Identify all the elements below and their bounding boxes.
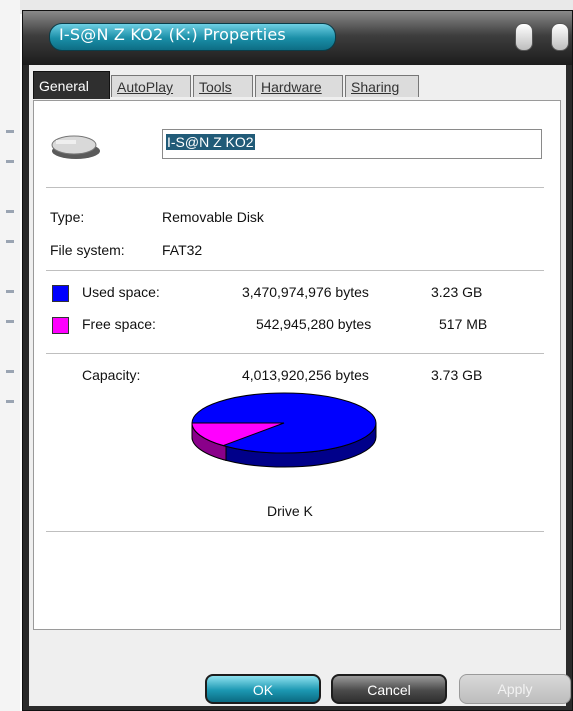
type-value: Removable Disk (162, 209, 264, 225)
apply-button[interactable]: Apply (459, 674, 571, 704)
removable-drive-icon (51, 135, 100, 159)
tab-sharing[interactable]: Sharing (345, 75, 419, 97)
file-system-label: File system: (50, 242, 125, 258)
free-space-size: 517 MB (439, 316, 488, 332)
title-bar[interactable]: I-S@N Z KO2 (K:) Properties (23, 11, 572, 65)
used-space-swatch (52, 285, 69, 302)
tab-general[interactable]: General (33, 71, 110, 99)
background-mark (6, 210, 14, 213)
capacity-bytes: 4,013,920,256 bytes (242, 367, 369, 383)
tab-label: Tools (199, 79, 232, 95)
drive-name-input[interactable]: I-S@N Z KO2 (162, 129, 542, 159)
tab-autoplay[interactable]: AutoPlay (111, 75, 191, 97)
help-button[interactable] (515, 23, 533, 51)
type-label: Type: (50, 209, 85, 225)
used-space-label: Used space: (82, 284, 160, 300)
tab-label: Hardware (261, 79, 322, 95)
used-space-size: 3.23 GB (431, 284, 483, 300)
free-space-bytes: 542,945,280 bytes (256, 316, 372, 332)
dialog-body: General AutoPlay Tools Hardware Sharing (29, 65, 571, 706)
background-mark (6, 160, 14, 163)
drive-caption: Drive K (267, 503, 313, 519)
tab-hardware[interactable]: Hardware (255, 75, 343, 97)
drive-name-value: I-S@N Z KO2 (166, 134, 255, 150)
background-mark (6, 370, 14, 373)
capacity-label: Capacity: (82, 367, 141, 383)
tab-label: General (39, 78, 89, 94)
background-mark (6, 240, 14, 243)
disk-usage-pie-chart (191, 392, 377, 468)
divider (46, 353, 544, 354)
used-space-bytes: 3,470,974,976 bytes (242, 284, 369, 300)
background-mark (6, 130, 14, 133)
tab-label: AutoPlay (117, 79, 174, 95)
free-space-label: Free space: (82, 316, 156, 332)
divider (46, 187, 544, 188)
general-tab-panel: I-S@N Z KO2 Type: Removable Disk File sy… (33, 100, 561, 630)
file-system-value: FAT32 (162, 242, 203, 258)
divider (46, 531, 544, 532)
background-mark (6, 400, 14, 403)
background-explorer-fragment (0, 0, 20, 711)
capacity-size: 3.73 GB (431, 367, 483, 383)
tab-tools[interactable]: Tools (193, 75, 253, 97)
ok-button[interactable]: OK (205, 674, 321, 704)
free-space-swatch (52, 317, 69, 334)
divider (46, 270, 544, 271)
close-button[interactable] (551, 23, 569, 51)
tab-label: Sharing (351, 79, 400, 95)
properties-dialog: I-S@N Z KO2 (K:) Properties General Auto… (22, 10, 573, 711)
cancel-button[interactable]: Cancel (331, 674, 447, 704)
window-title: I-S@N Z KO2 (K:) Properties (59, 25, 286, 44)
background-mark (6, 320, 14, 323)
background-mark (6, 290, 14, 293)
